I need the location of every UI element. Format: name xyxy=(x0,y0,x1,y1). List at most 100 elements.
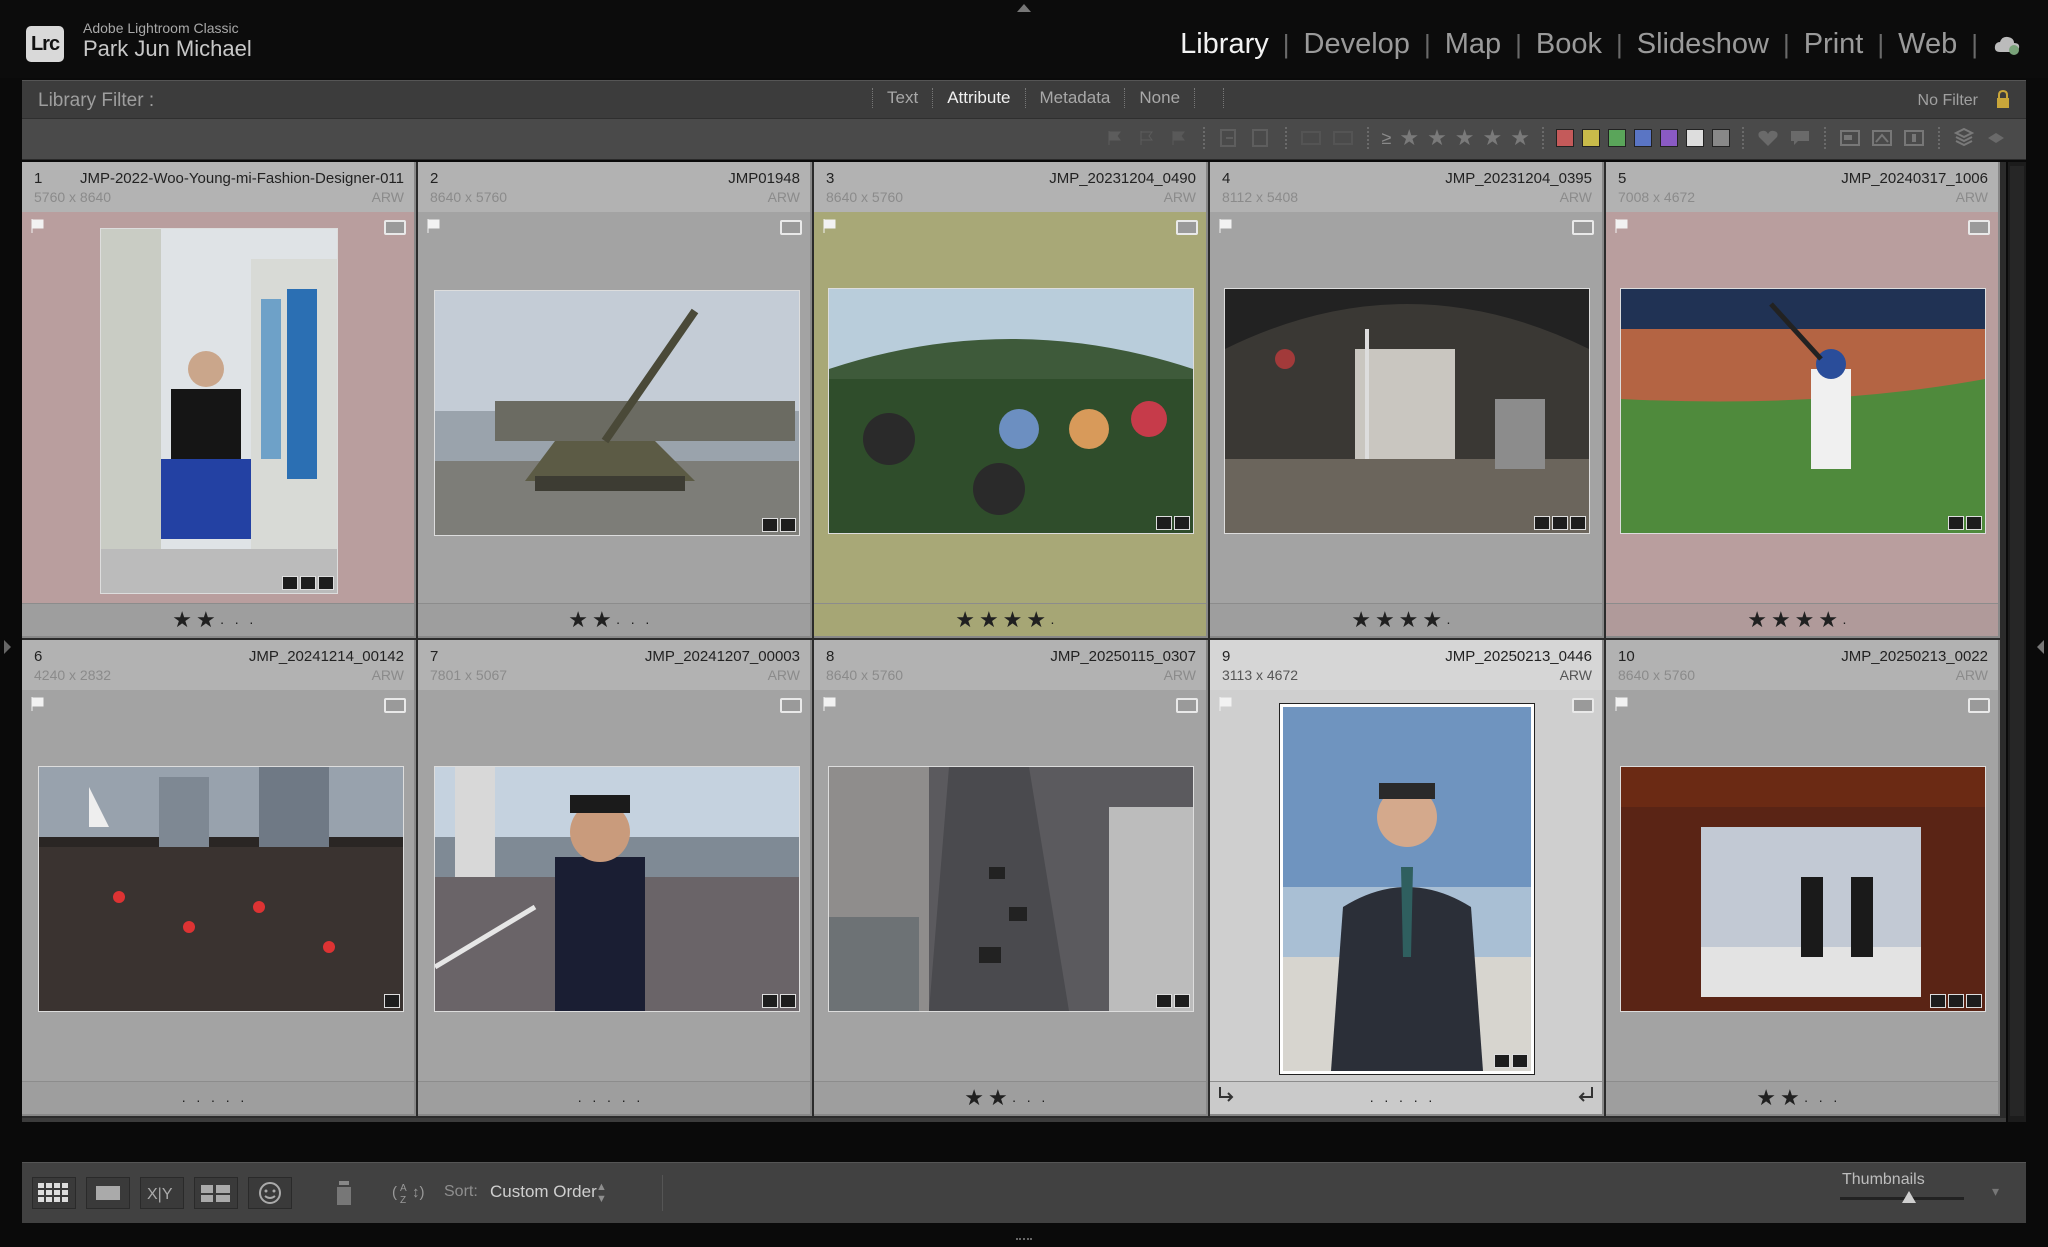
rating-star-icon[interactable]: ★ xyxy=(1510,127,1530,149)
rating-star-icon[interactable]: ★ xyxy=(1483,127,1503,149)
master-photo-icon[interactable] xyxy=(1331,127,1355,149)
color-label-green[interactable] xyxy=(1608,129,1626,147)
color-label-blue[interactable] xyxy=(1634,129,1652,147)
grid-cell[interactable]: 10 8640 x 5760 JMP_20250213_0022 ARW ★★·… xyxy=(1606,640,2000,1116)
rating-star-icon[interactable]: ★ xyxy=(1399,127,1419,149)
grid-scroll-thumb[interactable] xyxy=(2010,166,2024,1116)
collapse-filter-icon[interactable] xyxy=(1984,127,2008,149)
quick-collection-icon[interactable] xyxy=(1176,698,1198,713)
quick-collection-icon[interactable] xyxy=(1572,220,1594,235)
filter-preset-dropdown[interactable]: No Filter xyxy=(1918,92,1978,110)
color-label-purple[interactable] xyxy=(1660,129,1678,147)
rating-bar[interactable]: ★★··· xyxy=(22,603,414,636)
edited-filter-icon[interactable] xyxy=(1217,127,1241,149)
quick-collection-icon[interactable] xyxy=(384,698,406,713)
grid-cell[interactable]: 8 8640 x 5760 JMP_20250115_0307 ARW ★★··… xyxy=(814,640,1208,1116)
rating-bar[interactable]: ★★★★· xyxy=(814,603,1206,636)
flag-pick-icon[interactable] xyxy=(1103,127,1127,149)
module-slideshow[interactable]: Slideshow xyxy=(1623,28,1783,61)
photo-thumbnail[interactable] xyxy=(38,766,404,1012)
painter-icon[interactable] xyxy=(334,1179,354,1212)
photo-thumbnail[interactable] xyxy=(1224,288,1590,534)
flag-icon[interactable] xyxy=(1614,218,1630,239)
rating-operator[interactable]: ≥ xyxy=(1381,128,1391,149)
color-label-custom[interactable] xyxy=(1686,129,1704,147)
flag-icon[interactable] xyxy=(426,218,442,239)
photo-thumbnail[interactable] xyxy=(434,766,800,1012)
cloud-sync-icon[interactable] xyxy=(1992,34,2022,56)
filter-tab-none[interactable]: None xyxy=(1124,88,1194,108)
kind-virtual-copies-icon[interactable] xyxy=(1870,127,1894,149)
photo-thumbnail[interactable] xyxy=(100,228,338,594)
module-book[interactable]: Book xyxy=(1522,28,1616,61)
grid-cell[interactable]: 7 7801 x 5067 JMP_20241207_00003 ARW ···… xyxy=(418,640,812,1116)
flag-icon[interactable] xyxy=(30,218,46,239)
expand-left-panel-icon[interactable] xyxy=(4,640,11,654)
collapse-filmstrip-icon[interactable] xyxy=(1016,1230,1032,1240)
flag-icon[interactable] xyxy=(822,218,838,239)
stack-icon[interactable] xyxy=(1952,127,1976,149)
rating-star-icon[interactable]: ★ xyxy=(1455,127,1475,149)
rating-bar[interactable]: ★★★★· xyxy=(1210,603,1602,636)
quick-collection-icon[interactable] xyxy=(780,220,802,235)
flag-icon[interactable] xyxy=(1218,218,1234,239)
collapse-top-panel-icon[interactable] xyxy=(1017,4,1031,12)
rotate-left-icon[interactable] xyxy=(1216,1085,1236,1110)
flag-rejected-icon[interactable] xyxy=(1167,127,1191,149)
comment-icon[interactable] xyxy=(1788,127,1812,149)
photo-thumbnail[interactable] xyxy=(1620,766,1986,1012)
color-label-red[interactable] xyxy=(1556,129,1574,147)
people-view-button[interactable] xyxy=(248,1177,292,1209)
module-develop[interactable]: Develop xyxy=(1290,28,1424,61)
sort-dropdown[interactable]: Custom Order xyxy=(490,1182,597,1202)
rating-bar[interactable]: ★★··· xyxy=(814,1081,1206,1114)
toolbar-options-chevron-icon[interactable]: ▾ xyxy=(1992,1183,1999,1200)
survey-view-button[interactable] xyxy=(194,1177,238,1209)
grid-cell[interactable]: 6 4240 x 2832 JMP_20241214_00142 ARW ···… xyxy=(22,640,416,1116)
lock-icon[interactable] xyxy=(1994,89,2012,114)
flag-icon[interactable] xyxy=(1614,696,1630,717)
color-label-yellow[interactable] xyxy=(1582,129,1600,147)
kind-all-photos-icon[interactable] xyxy=(1838,127,1862,149)
grid-cell[interactable]: 4 8112 x 5408 JMP_20231204_0395 ARW ★★★★… xyxy=(1210,162,1604,638)
photo-thumbnail[interactable] xyxy=(434,290,800,536)
rating-bar[interactable]: ····· xyxy=(418,1081,810,1114)
heart-icon[interactable] xyxy=(1756,127,1780,149)
rating-bar[interactable]: ★★★★· xyxy=(1606,603,1998,636)
grid-cell-selected[interactable]: 9 3113 x 4672 JMP_20250213_0446 ARW ····… xyxy=(1210,640,1604,1116)
color-label-none[interactable] xyxy=(1712,129,1730,147)
quick-collection-icon[interactable] xyxy=(384,220,406,235)
grid-view-button[interactable] xyxy=(32,1177,76,1209)
grid-cell[interactable]: 1 5760 x 8640 JMP-2022-Woo-Young-mi-Fash… xyxy=(22,162,416,638)
grid-cell[interactable]: 2 8640 x 5760 JMP01948 ARW ★★··· xyxy=(418,162,812,638)
thumbnail-size-slider-knob[interactable] xyxy=(1902,1191,1917,1203)
virtual-copy-icon[interactable] xyxy=(1299,127,1323,149)
unedited-filter-icon[interactable] xyxy=(1249,127,1273,149)
quick-collection-icon[interactable] xyxy=(1968,698,1990,713)
sort-dropdown-caret-icon[interactable]: ▲ ▼ xyxy=(596,1181,607,1205)
photo-thumbnail[interactable] xyxy=(828,766,1194,1012)
filter-tab-metadata[interactable]: Metadata xyxy=(1024,88,1125,108)
module-web[interactable]: Web xyxy=(1884,28,1971,61)
module-library[interactable]: Library xyxy=(1166,28,1283,61)
photo-thumbnail[interactable] xyxy=(828,288,1194,534)
filter-tab-text[interactable]: Text xyxy=(872,88,932,108)
module-map[interactable]: Map xyxy=(1431,28,1515,61)
flag-icon[interactable] xyxy=(30,696,46,717)
rating-bar[interactable]: ★★··· xyxy=(418,603,810,636)
loupe-view-button[interactable] xyxy=(86,1177,130,1209)
module-print[interactable]: Print xyxy=(1790,28,1878,61)
grid-cell[interactable]: 5 7008 x 4672 JMP_20240317_1006 ARW ★★★★… xyxy=(1606,162,2000,638)
sort-direction-icon[interactable]: (A Z ↕) xyxy=(390,1179,434,1210)
flag-icon[interactable] xyxy=(1218,696,1234,717)
expand-right-panel-icon[interactable] xyxy=(2037,640,2044,654)
rating-bar[interactable]: ····· xyxy=(1210,1081,1602,1114)
quick-collection-icon[interactable] xyxy=(1572,698,1594,713)
photo-thumbnail[interactable] xyxy=(1620,288,1986,534)
rotate-right-icon[interactable] xyxy=(1576,1085,1596,1110)
compare-view-button[interactable]: X|Y xyxy=(140,1177,184,1209)
flag-icon[interactable] xyxy=(822,696,838,717)
quick-collection-icon[interactable] xyxy=(1968,220,1990,235)
rating-star-icon[interactable]: ★ xyxy=(1427,127,1447,149)
kind-videos-icon[interactable] xyxy=(1902,127,1926,149)
